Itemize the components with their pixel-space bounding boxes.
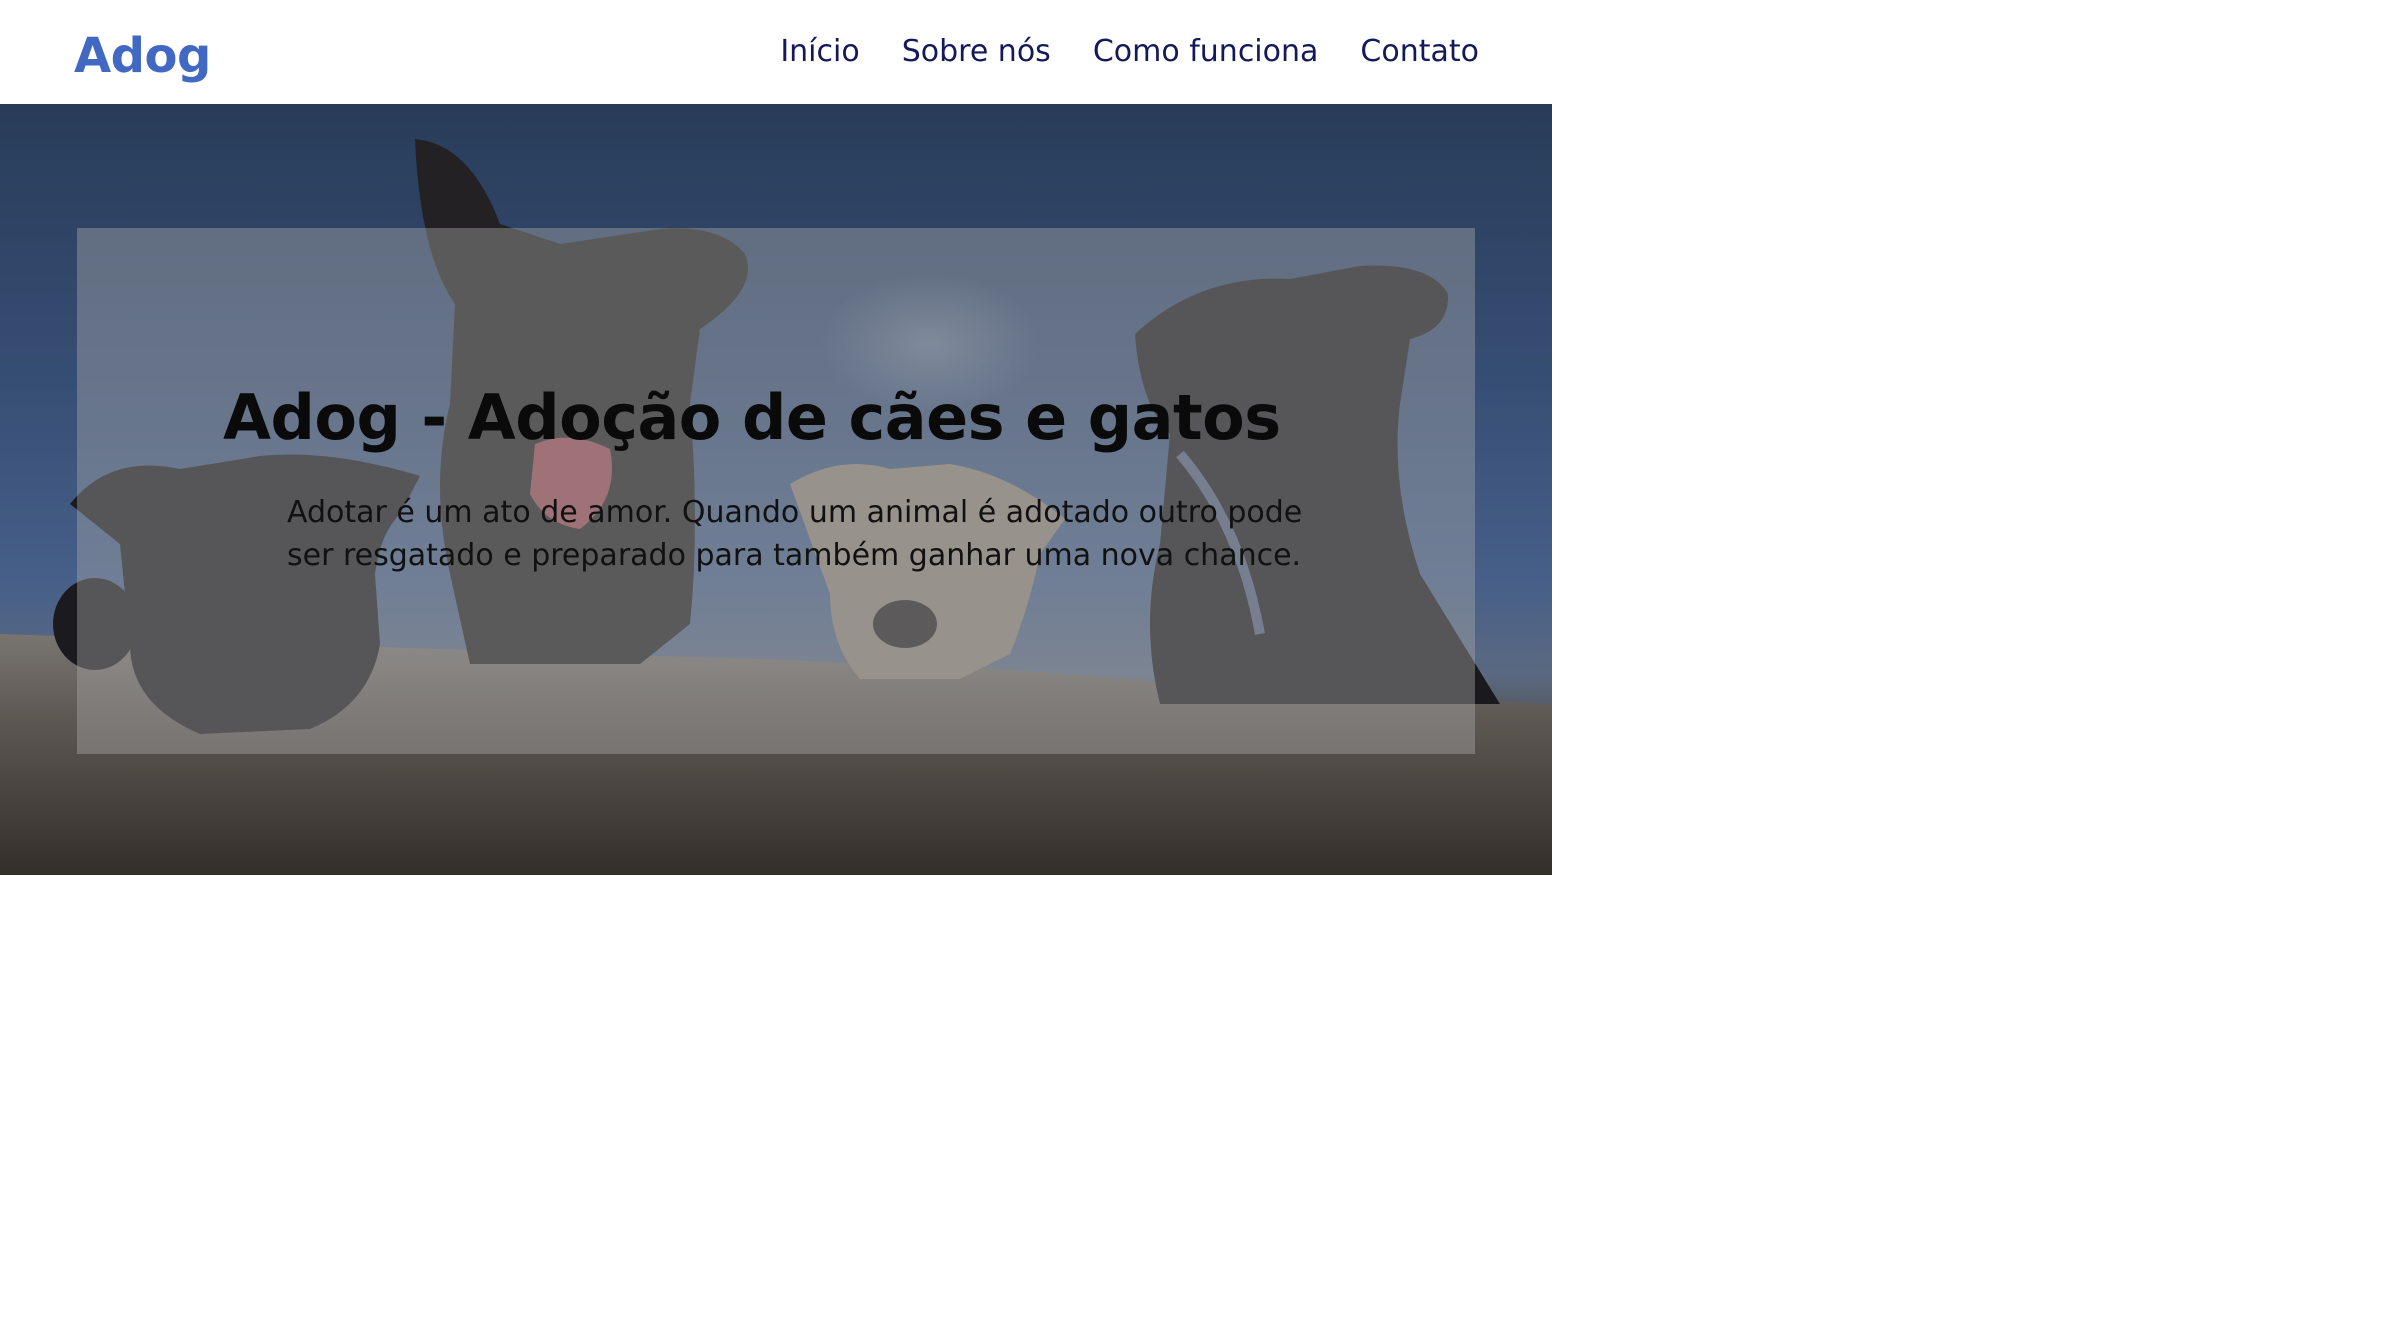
nav-link-contato[interactable]: Contato bbox=[1360, 32, 1479, 72]
hero-section: Adog - Adoção de cães e gatos Adotar é u… bbox=[0, 104, 1552, 875]
site-header: Adog Início Sobre nós Como funciona Cont… bbox=[0, 0, 1567, 104]
site-logo[interactable]: Adog bbox=[74, 26, 211, 86]
hero-panel: Adog - Adoção de cães e gatos Adotar é u… bbox=[77, 228, 1475, 754]
hero-title: Adog - Adoção de cães e gatos bbox=[223, 381, 1281, 454]
hero-description: Adotar é um ato de amor. Quando um anima… bbox=[287, 495, 1303, 573]
nav-link-sobre-nos[interactable]: Sobre nós bbox=[902, 32, 1051, 72]
main-nav: Início Sobre nós Como funciona Contato bbox=[780, 32, 1479, 72]
nav-link-como-funciona[interactable]: Como funciona bbox=[1093, 32, 1319, 72]
nav-link-inicio[interactable]: Início bbox=[780, 32, 859, 72]
